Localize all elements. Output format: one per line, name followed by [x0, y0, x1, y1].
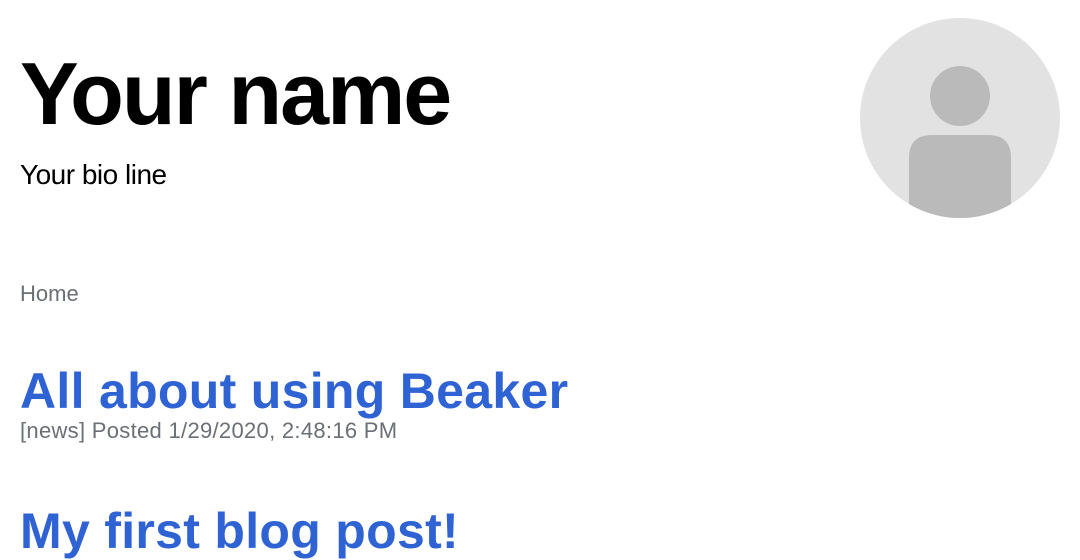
user-silhouette-icon: [909, 66, 1011, 218]
post-item: My first blog post!: [20, 503, 459, 559]
nav-home-link[interactable]: Home: [20, 280, 79, 308]
blog-page: Your name Your bio line Home All about u…: [0, 0, 1080, 560]
post-meta: [news] Posted 1/29/2020, 2:48:16 PM: [20, 418, 398, 443]
profile-name: Your name: [20, 44, 452, 143]
profile-bio: Your bio line: [20, 159, 167, 190]
post-item: All about using Beaker [news] Posted 1/2…: [20, 363, 568, 443]
avatar[interactable]: [860, 18, 1060, 218]
post-title-link[interactable]: My first blog post!: [20, 503, 459, 559]
post-title-link[interactable]: All about using Beaker: [20, 363, 568, 419]
